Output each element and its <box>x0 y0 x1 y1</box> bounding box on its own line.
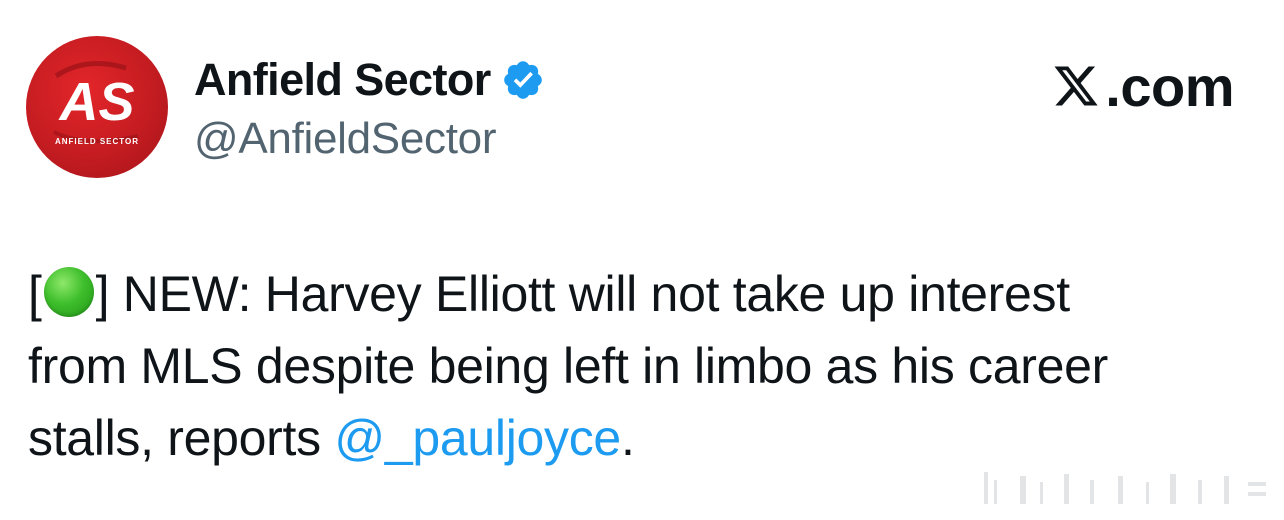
watermark-icon <box>984 472 1266 504</box>
tweet-line-1-text: ] NEW: Harvey Elliott will not take up i… <box>95 266 1071 322</box>
mention-link[interactable]: @_pauljoyce <box>334 410 621 466</box>
verified-badge-icon <box>501 58 545 102</box>
display-name[interactable]: Anfield Sector <box>194 54 491 106</box>
tweet-line-1: [ ] NEW: Harvey Elliott will not take up … <box>28 258 1248 330</box>
brand-domain-label: .com <box>1105 54 1234 118</box>
x-com-brand: .com <box>1051 54 1234 118</box>
account-name-row: Anfield Sector <box>194 52 545 108</box>
avatar[interactable]: AS ANFIELD SECTOR <box>26 36 168 178</box>
green-circle-emoji-icon <box>43 267 94 317</box>
account-handle[interactable]: @AnfieldSector <box>194 114 496 164</box>
bracket-open: [ <box>28 266 42 322</box>
tweet-line-2: from MLS despite being left in limbo as … <box>28 338 1108 394</box>
x-logo-icon <box>1054 66 1098 106</box>
tweet-line-3-prefix: stalls, reports <box>28 410 335 466</box>
tweet-line-3-suffix: . <box>620 410 635 466</box>
tweet-text: [ ] NEW: Harvey Elliott will not take up … <box>28 258 1248 474</box>
anfield-sector-logo: AS ANFIELD SECTOR <box>53 61 139 146</box>
tweet-line-3: stalls, reports @_pauljoyce. <box>28 402 1248 474</box>
avatar-logo-text: AS <box>57 72 134 132</box>
avatar-subtext: ANFIELD SECTOR <box>55 137 139 146</box>
